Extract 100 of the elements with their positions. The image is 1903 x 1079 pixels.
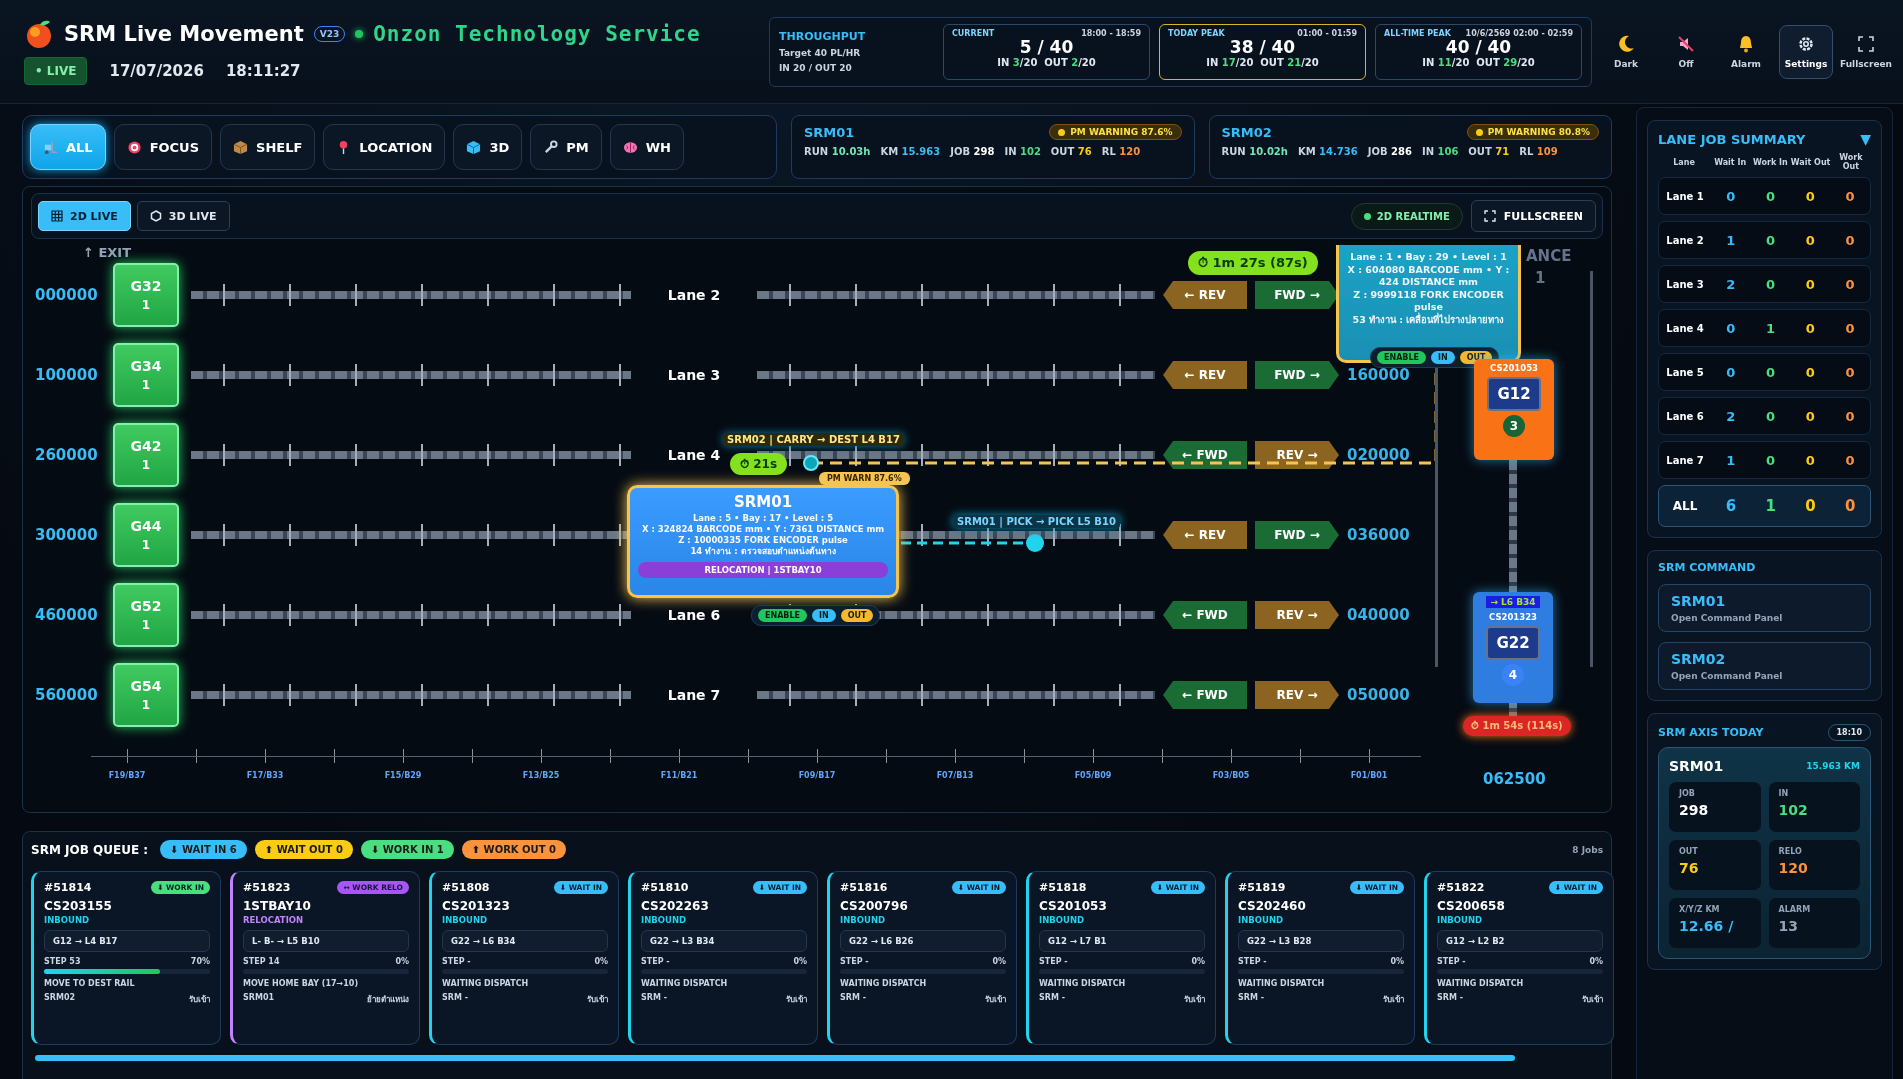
direction-button[interactable]: ← FWD	[1163, 681, 1247, 709]
gate-name: G44	[130, 518, 162, 534]
timer-badge: ⏱ 21s	[730, 453, 788, 475]
srm-label: SRM02	[44, 993, 75, 1004]
panel-title: LANE JOB SUMMARY	[1658, 131, 1806, 147]
filter-chip[interactable]: ⬇ WORK IN 1	[360, 840, 454, 859]
job-type: INBOUND	[44, 915, 91, 925]
status-text: WAITING DISPATCH	[641, 979, 729, 988]
toolbar-button[interactable]: Settings	[1779, 24, 1833, 79]
toolbar-button[interactable]: Dark	[1599, 24, 1653, 79]
throughput-title: THROUGHPUT	[779, 30, 867, 43]
direction-button[interactable]: ← REV	[1163, 521, 1247, 549]
control-button[interactable]: OUT	[840, 609, 874, 622]
lane-name: Lane 2	[1665, 234, 1705, 246]
stat-value: 5 / 40	[1019, 37, 1074, 57]
gate-count: 1	[141, 538, 151, 552]
position-label: 000000	[35, 286, 99, 304]
distance-text: 15.963 KM	[1806, 761, 1860, 771]
time-range: 10/6/2569 02:00 - 02:59	[1465, 28, 1573, 38]
status-text: MOVE TO DEST RAIL	[44, 979, 136, 988]
status-text: WAITING DISPATCH	[1437, 979, 1525, 988]
scrollbar[interactable]	[35, 1055, 1515, 1061]
route-label: SRM02 | CARRY → DEST L4 B17	[723, 433, 904, 446]
filter-tab[interactable]: LOCATION	[323, 124, 446, 170]
percent-label: 0%	[1191, 957, 1205, 966]
control-button[interactable]: IN	[812, 609, 836, 622]
status-text: WAITING DISPATCH	[442, 979, 530, 988]
position-label: 460000	[35, 606, 99, 624]
direction-button[interactable]: ← FWD	[1163, 601, 1247, 629]
percent-label: 0%	[1390, 957, 1404, 966]
position-label: 050000	[1347, 686, 1411, 704]
count-cell-text: 2	[1725, 276, 1737, 292]
in-out-reading: IN 3/20 OUT 2/20	[997, 56, 1096, 68]
gate-name: G52	[130, 598, 162, 614]
job-id: #51819	[1238, 881, 1286, 894]
count-cell-text: 0	[1844, 188, 1856, 204]
lane-label: Lane 3	[666, 367, 722, 383]
job-type: INBOUND	[840, 915, 887, 925]
realtime-badge: 2D REALTIME	[1350, 202, 1463, 230]
fullscreen-button[interactable]: FULLSCREEN	[1470, 200, 1596, 232]
control-button[interactable]: ENABLE	[1377, 351, 1426, 364]
view-tab[interactable]: 3D LIVE	[136, 201, 230, 231]
control-button[interactable]: ENABLE	[758, 609, 807, 622]
toolbar-button[interactable]: Alarm	[1719, 24, 1773, 79]
filter-tab[interactable]: FOCUS	[113, 124, 213, 170]
route-box: G12 → L4 B17	[44, 930, 210, 952]
column-count: 1	[1535, 269, 1546, 287]
direction-button[interactable]: REV →	[1255, 681, 1339, 709]
exit-label: ↑ EXIT	[83, 245, 132, 261]
count-cell-text: 0	[1765, 408, 1777, 424]
position-label: 260000	[35, 446, 99, 464]
direction-button[interactable]: REV →	[1255, 601, 1339, 629]
lane-name: Lane 6	[1665, 410, 1705, 422]
direction-button[interactable]: FWD →	[1255, 521, 1339, 549]
count-cell-text: 0	[1804, 364, 1816, 380]
job-id: #51810	[641, 881, 689, 894]
carriage[interactable]: CS201053 G12 3	[1474, 359, 1554, 460]
filter-tab[interactable]: PM	[530, 124, 602, 170]
direction-button[interactable]: ← REV	[1163, 281, 1247, 309]
app-title: SRM Live Movement	[64, 21, 304, 46]
filter-tab[interactable]: WH	[609, 124, 684, 170]
count-cell-text: 6	[1724, 497, 1738, 515]
stat-reading: OUT 71	[1468, 146, 1510, 157]
job-id: #51822	[1437, 881, 1485, 894]
filter-chip[interactable]: ⬆ WORK OUT 0	[461, 840, 566, 859]
gate-name: G22	[1486, 626, 1540, 660]
axis-label: F15/B29	[383, 771, 423, 780]
gate-count: 1	[141, 298, 151, 312]
direction-button[interactable]: ← FWD	[1163, 441, 1247, 469]
job-code: CS201053	[1039, 899, 1108, 913]
control-button[interactable]: IN	[1431, 351, 1455, 364]
toolbar-button[interactable]: Fullscreen	[1839, 24, 1893, 79]
popup-line: Z : 10000335 FORK ENCODER pulse	[678, 535, 848, 546]
position-label: 560000	[35, 686, 99, 704]
position-label: 062500	[1483, 770, 1546, 788]
job-code: CS200796	[840, 899, 909, 913]
step-label: STEP -	[1238, 957, 1267, 966]
axis-label: F19/B37	[107, 771, 147, 780]
view-tab[interactable]: 2D LIVE	[38, 201, 131, 231]
action-label: รับเข้า	[587, 994, 608, 1006]
filter-chip[interactable]: ⬆ WAIT OUT 0	[254, 840, 353, 859]
carriage[interactable]: → L6 B34 CS201323 G22 4	[1473, 592, 1553, 703]
stat-reading: RL 109	[1519, 146, 1558, 157]
direction-button[interactable]: REV →	[1255, 441, 1339, 469]
direction-button[interactable]: FWD →	[1255, 281, 1339, 309]
filter-tab[interactable]: 3D	[453, 124, 523, 170]
filter-tab[interactable]: SHELF	[220, 124, 316, 170]
command-button[interactable]: SRM02 Open Command Panel	[1658, 642, 1871, 690]
toolbar-button[interactable]: Off	[1659, 24, 1713, 79]
lane-label: Lane 2	[666, 287, 722, 303]
popup-line: Lane : 1 • Bay : 29 • Level : 1	[1350, 251, 1507, 263]
collapse-toggle[interactable]: ▼	[1860, 131, 1871, 147]
direction-button[interactable]: FWD →	[1255, 361, 1339, 389]
count-cell-text: 0	[1765, 232, 1777, 248]
count-cell-text: 1	[1725, 452, 1737, 468]
settings-icon	[1796, 34, 1816, 54]
direction-button[interactable]: ← REV	[1163, 361, 1247, 389]
filter-chip[interactable]: ⬇ WAIT IN 6	[160, 840, 247, 859]
command-button[interactable]: SRM01 Open Command Panel	[1658, 584, 1871, 632]
in-out-reading: IN 11/20 OUT 29/20	[1422, 56, 1535, 68]
